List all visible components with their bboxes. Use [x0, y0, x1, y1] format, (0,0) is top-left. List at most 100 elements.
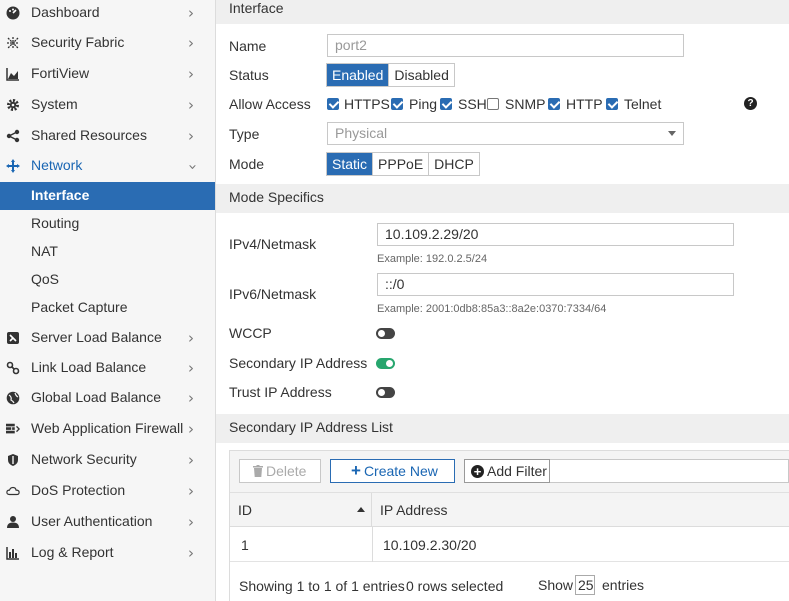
- dashboard-icon: [6, 6, 20, 20]
- mode-label: Mode: [229, 156, 265, 172]
- chevron-right-icon: ›: [188, 4, 194, 22]
- http-checkbox[interactable]: [548, 98, 560, 110]
- sidebar-item-dos-protection[interactable]: DoS Protection ›: [0, 476, 215, 506]
- column-label: ID: [238, 502, 252, 518]
- mode-static-button[interactable]: Static: [327, 153, 374, 175]
- gear-icon: [6, 98, 20, 112]
- create-new-button[interactable]: + Create New: [330, 459, 455, 483]
- chevron-right-icon: ›: [188, 544, 194, 562]
- cell-ip: 10.109.2.30/20: [383, 537, 477, 553]
- chevron-right-icon: ›: [188, 34, 194, 52]
- sidebar-item-label: Log & Report: [31, 544, 114, 560]
- showing-entries: Showing 1 to 1 of 1 entries: [239, 578, 405, 594]
- table-row[interactable]: 1 10.109.2.30/20: [230, 527, 789, 562]
- ping-checkbox[interactable]: [391, 98, 403, 110]
- sidebar-item-label: DoS Protection: [31, 482, 126, 498]
- https-label: HTTPS: [344, 96, 390, 112]
- section-title: Mode Specifics: [229, 189, 324, 205]
- page-size-input[interactable]: 25: [575, 575, 595, 595]
- sidebar-item-dashboard[interactable]: Dashboard ›: [0, 0, 215, 28]
- chart-icon: [6, 67, 20, 81]
- sidebar-item-network-security[interactable]: Network Security ›: [0, 445, 215, 475]
- name-label: Name: [229, 38, 267, 54]
- chevron-right-icon: ›: [188, 513, 194, 531]
- snmp-label: SNMP: [505, 96, 546, 112]
- secondary-ip-toggle[interactable]: [376, 358, 395, 369]
- trust-ip-toggle[interactable]: [376, 387, 395, 398]
- section-header-interface: Interface: [216, 0, 789, 24]
- link-icon: [6, 361, 20, 375]
- page-size-value: 25: [578, 577, 594, 593]
- ipv6-field[interactable]: ::/0: [377, 273, 734, 296]
- sidebar-item-label: Global Load Balance: [31, 389, 161, 405]
- sidebar-item-shared-resources[interactable]: Shared Resources ›: [0, 121, 215, 151]
- network-icon: [6, 159, 20, 173]
- column-header-ip[interactable]: IP Address: [372, 493, 789, 527]
- mode-pppoe-button[interactable]: PPPoE: [373, 153, 430, 175]
- sort-asc-icon: [357, 507, 365, 512]
- sidebar-subitem-label: Routing: [31, 215, 80, 231]
- sidebar-item-label: Security Fabric: [31, 34, 125, 50]
- ipv4-field[interactable]: 10.109.2.29/20: [377, 223, 734, 246]
- mode-toggle: Static PPPoE DHCP: [326, 152, 480, 176]
- show-label: Show: [538, 577, 574, 593]
- sidebar-item-log-report[interactable]: Log & Report ›: [0, 538, 215, 568]
- sidebar-item-label: Web Application Firewall: [31, 420, 184, 436]
- add-circle-icon: +: [471, 464, 484, 478]
- status-disabled-button[interactable]: Disabled: [389, 64, 454, 86]
- name-field[interactable]: port2: [327, 34, 684, 57]
- https-checkbox[interactable]: [327, 98, 339, 110]
- column-header-id[interactable]: ID: [230, 493, 372, 527]
- sidebar-item-user-authentication[interactable]: User Authentication ›: [0, 507, 215, 537]
- ssh-label: SSH: [458, 96, 487, 112]
- chevron-right-icon: ›: [188, 329, 194, 347]
- sidebar-subitem-routing[interactable]: Routing: [0, 210, 215, 238]
- delete-button[interactable]: Delete: [239, 459, 321, 483]
- help-glyph: ?: [747, 98, 754, 109]
- ssh-checkbox[interactable]: [440, 98, 452, 110]
- sidebar-subitem-label: QoS: [31, 271, 60, 287]
- help-icon[interactable]: ?: [744, 97, 757, 110]
- sidebar-item-security-fabric[interactable]: Security Fabric ›: [0, 28, 215, 58]
- status-enabled-button[interactable]: Enabled: [327, 64, 390, 86]
- sidebar-item-label: Network Security: [31, 451, 137, 467]
- entries-label: entries: [602, 577, 645, 593]
- chevron-right-icon: ›: [188, 389, 194, 407]
- telnet-checkbox[interactable]: [606, 98, 618, 110]
- mode-dhcp-button[interactable]: DHCP: [429, 153, 479, 175]
- sidebar-item-fortiview[interactable]: FortiView ›: [0, 59, 215, 89]
- sidebar-item-link-load-balance[interactable]: Link Load Balance ›: [0, 353, 215, 383]
- sidebar-item-network[interactable]: Network ›: [0, 151, 215, 181]
- column-divider: [372, 527, 373, 562]
- sidebar-subitem-qos[interactable]: QoS: [0, 266, 215, 294]
- chevron-right-icon: ›: [188, 420, 194, 438]
- allow-access-label: Allow Access: [229, 96, 311, 112]
- wccp-label: WCCP: [229, 325, 272, 341]
- user-icon: [6, 515, 20, 529]
- chevron-down-icon: ›: [184, 164, 202, 170]
- ipv6-example: Example: 2001:0db8:85a3::8a2e:0370:7334/…: [377, 303, 607, 315]
- snmp-checkbox[interactable]: [487, 98, 499, 110]
- fabric-icon: [6, 36, 20, 50]
- sidebar-item-label: Shared Resources: [31, 127, 147, 143]
- sidebar-item-server-load-balance[interactable]: Server Load Balance ›: [0, 323, 215, 353]
- sidebar-item-label: User Authentication: [31, 513, 153, 529]
- dropdown-caret-icon: [668, 131, 676, 136]
- sidebar-item-global-load-balance[interactable]: Global Load Balance ›: [0, 383, 215, 413]
- add-filter-button[interactable]: + Add Filter: [464, 459, 550, 483]
- sidebar-item-label: System: [31, 96, 78, 112]
- filter-input[interactable]: [550, 459, 789, 483]
- sidebar-item-label: Network: [31, 157, 83, 173]
- ping-label: Ping: [409, 96, 438, 112]
- sidebar-subitem-interface[interactable]: Interface: [0, 182, 215, 210]
- chevron-right-icon: ›: [188, 65, 194, 83]
- delete-label: Delete: [266, 463, 307, 479]
- sidebar-subitem-nat[interactable]: NAT: [0, 238, 215, 266]
- sidebar-subitem-packet-capture[interactable]: Packet Capture: [0, 294, 215, 322]
- sidebar-item-waf[interactable]: Web Application Firewall ›: [0, 414, 215, 444]
- table-header: ID IP Address: [230, 493, 789, 527]
- wccp-toggle[interactable]: [376, 328, 395, 339]
- type-select[interactable]: Physical: [327, 122, 684, 145]
- status-toggle: Enabled Disabled: [326, 63, 455, 87]
- sidebar-item-system[interactable]: System ›: [0, 90, 215, 120]
